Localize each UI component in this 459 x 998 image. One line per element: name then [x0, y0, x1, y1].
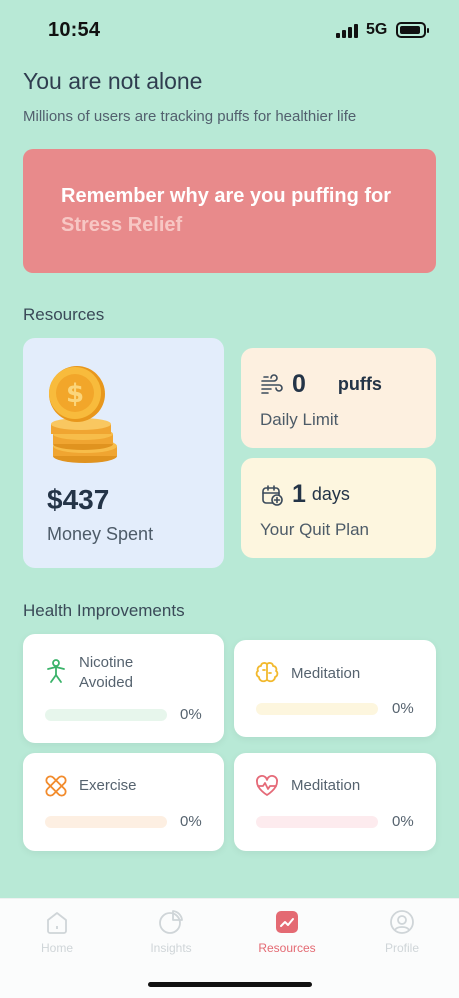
- reminder-reason: Stress Relief: [61, 214, 183, 236]
- signal-icon: [336, 24, 358, 38]
- health-label: Exercise: [79, 777, 137, 794]
- page-title: You are not alone: [23, 68, 203, 94]
- health-percent: 0%: [180, 706, 202, 723]
- heart-pulse-icon: [256, 775, 278, 796]
- daily-limit-value: 0: [292, 370, 306, 398]
- health-progress-bar: [256, 703, 378, 715]
- money-spent-card[interactable]: $ $437 Money Spent: [23, 338, 224, 568]
- tab-label: Profile: [384, 941, 419, 955]
- quit-plan-card[interactable]: 1 days Your Quit Plan: [241, 458, 436, 558]
- quit-plan-label: Your Quit Plan: [260, 520, 369, 539]
- quit-plan-value: 1: [292, 480, 306, 508]
- health-card-meditation[interactable]: Meditation 0%: [234, 640, 436, 737]
- home-indicator: [148, 982, 312, 987]
- health-label: Meditation: [291, 665, 361, 682]
- status-bar: 10:54 5G: [0, 0, 459, 62]
- trend-icon: [276, 911, 298, 933]
- calendar-plus-icon: [262, 484, 283, 506]
- health-progress-bar: [45, 709, 167, 721]
- coins-icon: $: [49, 366, 117, 463]
- reminder-banner[interactable]: Remember why are you puffing for Stress …: [23, 149, 436, 273]
- svg-text:$: $: [66, 379, 84, 409]
- health-progress-bar: [256, 816, 378, 828]
- daily-limit-unit: puffs: [337, 374, 382, 394]
- health-section-title: Health Improvements: [23, 601, 185, 620]
- network-label: 5G: [366, 21, 388, 38]
- page-subtitle: Millions of users are tracking puffs for…: [23, 108, 357, 125]
- tab-label: Resources: [258, 941, 316, 955]
- tab-insights[interactable]: Insights: [126, 909, 216, 955]
- health-label: Meditation: [291, 777, 361, 794]
- health-progress-bar: [45, 816, 167, 828]
- profile-icon: [390, 910, 414, 934]
- tab-label: Home: [40, 941, 73, 955]
- money-spent-value: $437: [47, 484, 110, 515]
- status-time: 10:54: [48, 19, 101, 41]
- tab-profile[interactable]: Profile: [357, 909, 447, 955]
- reminder-text: Remember why are you puffing for: [61, 185, 392, 207]
- pie-chart-icon: [159, 910, 183, 934]
- money-spent-label: Money Spent: [47, 524, 154, 544]
- resources-section-title: Resources: [23, 305, 105, 324]
- wind-icon: [261, 373, 283, 394]
- health-card-nicotine[interactable]: Nicotine Avoided 0%: [23, 634, 224, 743]
- quit-plan-unit: days: [311, 484, 350, 504]
- health-percent: 0%: [392, 813, 414, 830]
- daily-limit-label: Daily Limit: [260, 410, 339, 429]
- brain-icon: [255, 662, 279, 683]
- battery-icon: [396, 22, 429, 38]
- person-icon: [47, 659, 65, 683]
- health-percent: 0%: [180, 813, 202, 830]
- health-card-heart[interactable]: Meditation 0%: [234, 753, 436, 851]
- daily-limit-card[interactable]: 0 puffs Daily Limit: [241, 348, 436, 448]
- health-label: Nicotine Avoided: [79, 654, 134, 691]
- health-card-exercise[interactable]: Exercise 0%: [23, 753, 224, 851]
- bandage-icon: [45, 775, 67, 797]
- tab-label: Insights: [150, 941, 192, 955]
- tab-resources[interactable]: Resources: [242, 909, 332, 955]
- health-percent: 0%: [392, 700, 414, 717]
- home-icon: [47, 912, 67, 934]
- tab-home[interactable]: Home: [12, 909, 102, 955]
